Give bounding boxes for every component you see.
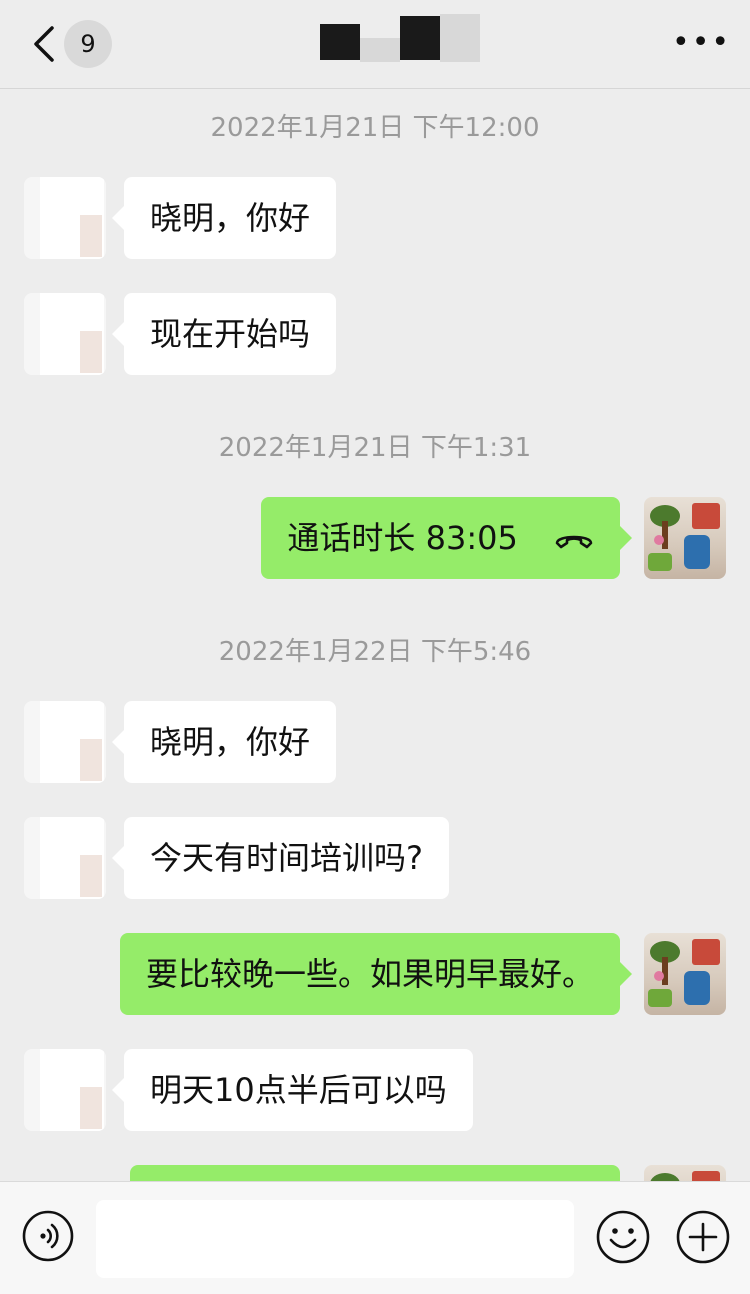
- contact-avatar[interactable]: [24, 293, 106, 375]
- chat-title: [300, 8, 500, 68]
- phone-hangup-icon: [555, 535, 593, 549]
- user-avatar[interactable]: [644, 497, 726, 579]
- user-avatar[interactable]: [644, 1165, 726, 1181]
- message-bubble[interactable]: 要比较晚一些。如果明早最好。: [119, 933, 633, 1015]
- timestamp: 2022年1月22日 下午5:46: [218, 637, 532, 667]
- contact-avatar[interactable]: [24, 177, 106, 259]
- call-duration-text: 通话时长 83:05: [287, 519, 518, 557]
- message-bubble[interactable]: 晓明，你好: [111, 177, 337, 259]
- composer-bar: [0, 1181, 750, 1294]
- timestamp: 2022年1月21日 下午1:31: [218, 433, 532, 463]
- redacted-block: [320, 24, 360, 60]
- contact-avatar[interactable]: [24, 817, 106, 899]
- back-arrow-icon[interactable]: [30, 24, 60, 64]
- redacted-blur: [360, 38, 400, 62]
- chat-header: 9 •••: [0, 0, 750, 89]
- emoji-icon[interactable]: [596, 1210, 650, 1264]
- message-bubble[interactable]: 晓明，你好: [111, 701, 337, 783]
- message-row-outgoing: 通话时长 83:05: [0, 497, 750, 579]
- message-bubble[interactable]: 明天10点半后可以吗: [112, 1049, 473, 1131]
- contact-avatar[interactable]: [24, 1049, 106, 1131]
- message-input[interactable]: [96, 1200, 574, 1278]
- message-list[interactable]: 2022年1月21日 下午12:00 晓明，你好 现在开始吗 2022年1月21…: [0, 89, 750, 1181]
- message-row-outgoing: [0, 1165, 750, 1181]
- more-options-button[interactable]: •••: [672, 28, 729, 58]
- message-row-outgoing: 要比较晚一些。如果明早最好。: [0, 933, 750, 1015]
- message-row-incoming: 晓明，你好: [0, 177, 750, 259]
- message-row-incoming: 今天有时间培训吗?: [0, 817, 750, 899]
- unread-count-badge[interactable]: 9: [64, 20, 112, 68]
- timestamp: 2022年1月21日 下午12:00: [210, 113, 540, 143]
- plus-icon[interactable]: [676, 1210, 730, 1264]
- message-bubble[interactable]: 今天有时间培训吗?: [112, 817, 449, 899]
- message-row-incoming: 晓明，你好: [0, 701, 750, 783]
- message-row-incoming: 明天10点半后可以吗: [0, 1049, 750, 1131]
- redacted-blur: [440, 14, 480, 62]
- message-bubble[interactable]: [130, 1165, 620, 1181]
- user-avatar[interactable]: [644, 933, 726, 1015]
- chat-title-text: [300, 8, 301, 9]
- message-row-incoming: 现在开始吗: [0, 293, 750, 375]
- redacted-block: [400, 16, 440, 60]
- contact-avatar[interactable]: [24, 701, 106, 783]
- call-duration-bubble[interactable]: 通话时长 83:05: [261, 497, 632, 579]
- voice-icon[interactable]: [22, 1210, 74, 1262]
- message-bubble[interactable]: 现在开始吗: [111, 293, 337, 375]
